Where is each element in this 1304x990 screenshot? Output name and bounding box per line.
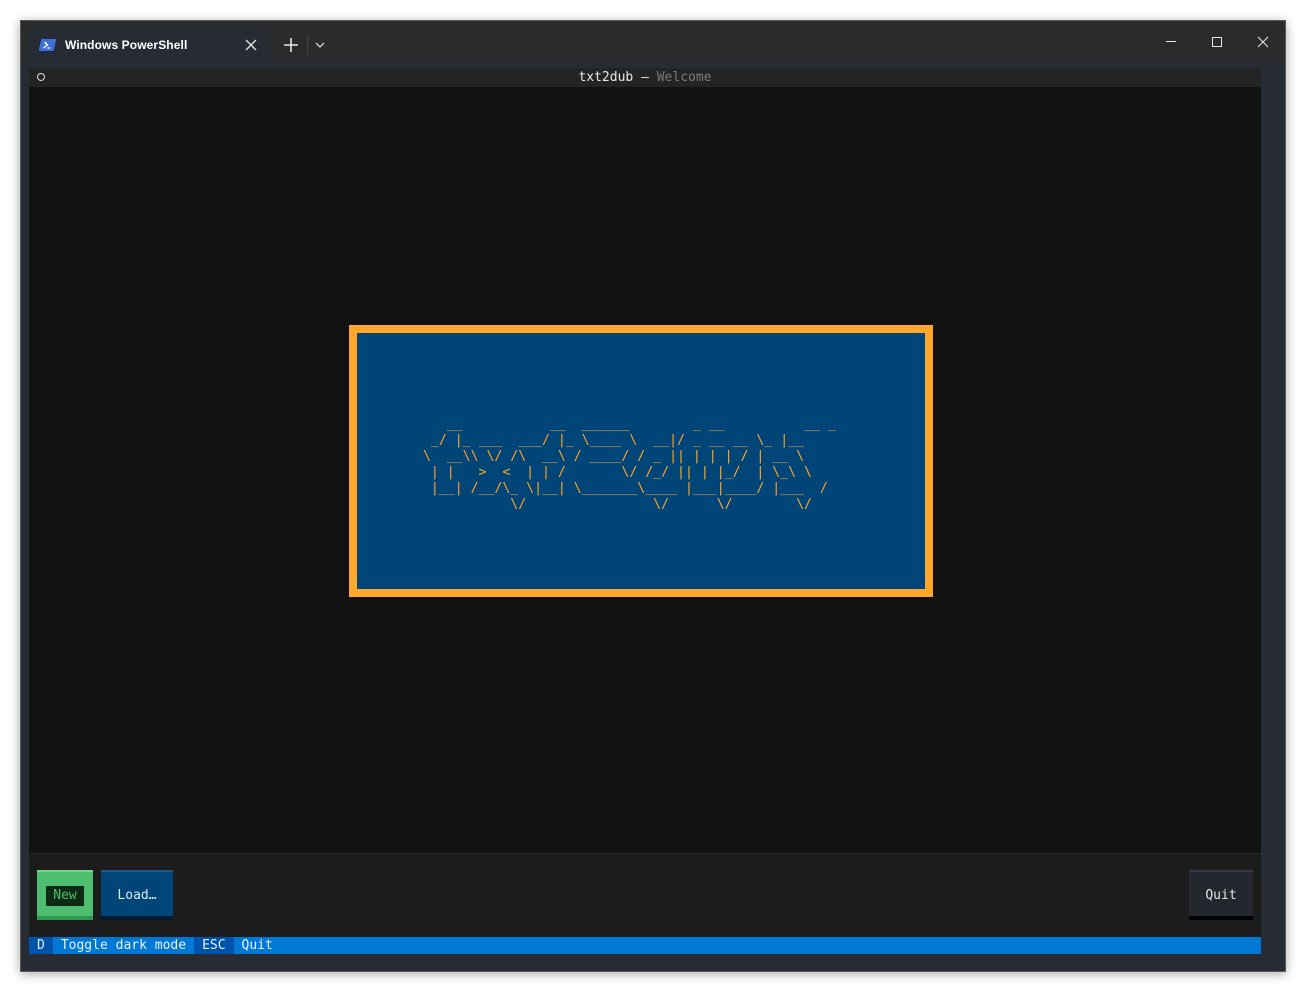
- app-header: txt2dub — Welcome: [29, 68, 1261, 87]
- maximize-icon: [1212, 37, 1222, 47]
- screen-name: Welcome: [656, 70, 712, 85]
- powershell-icon: [38, 39, 57, 51]
- tab-separator: [307, 35, 308, 55]
- minimize-button[interactable]: [1149, 29, 1193, 55]
- tab-title: Windows PowerShell: [65, 38, 188, 52]
- footer-buttons: New Load… Quit: [29, 853, 1261, 938]
- keybinding-label[interactable]: Quit: [234, 937, 281, 954]
- tab-dropdown-button[interactable]: [313, 35, 327, 55]
- quit-button[interactable]: Quit: [1189, 870, 1253, 920]
- tab-close-icon[interactable]: [243, 37, 259, 53]
- title-bar[interactable]: Windows PowerShell: [21, 21, 1285, 63]
- keybinding-key[interactable]: ESC: [194, 937, 234, 954]
- new-button[interactable]: New: [37, 870, 93, 920]
- close-icon: [1257, 36, 1269, 48]
- keybinding-key[interactable]: D: [29, 937, 53, 954]
- scrollbar[interactable]: [1261, 68, 1285, 954]
- title-separator: —: [633, 70, 657, 85]
- welcome-banner: __ __ ______ _ __ __ _ _/ |_ ___ ___/ |_…: [349, 325, 933, 597]
- app-name: txt2dub: [578, 70, 634, 85]
- terminal-content: txt2dub — Welcome __ __ ______ _ __ __ _…: [29, 68, 1261, 954]
- new-button-label: New: [46, 886, 84, 906]
- tab-windows-powershell[interactable]: Windows PowerShell: [29, 30, 271, 63]
- maximize-button[interactable]: [1195, 29, 1239, 55]
- plus-icon: [284, 38, 298, 52]
- app-title: txt2dub — Welcome: [29, 68, 1261, 87]
- status-bar: D Toggle dark mode ESC Quit: [29, 937, 1261, 954]
- chevron-down-icon: [315, 42, 325, 48]
- ascii-logo: __ __ ______ _ __ __ _ _/ |_ ___ ___/ |_…: [422, 417, 836, 512]
- close-button[interactable]: [1241, 29, 1285, 55]
- new-tab-button[interactable]: [281, 35, 301, 55]
- minimize-icon: [1166, 41, 1176, 42]
- load-button[interactable]: Load…: [101, 870, 173, 920]
- keybinding-label[interactable]: Toggle dark mode: [53, 937, 194, 954]
- terminal-window: Windows PowerShell txt2dub — Welcome __ …: [20, 20, 1286, 972]
